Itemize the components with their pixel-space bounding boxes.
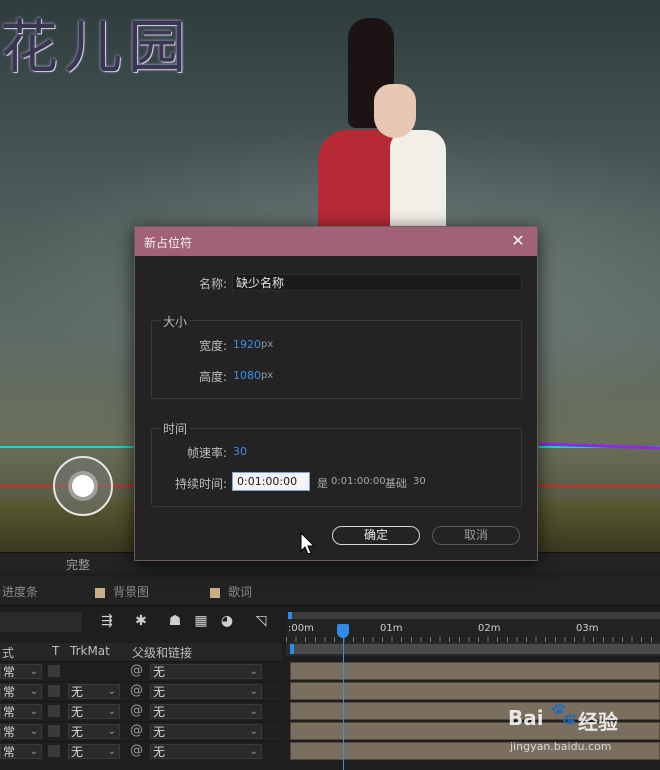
preserve-transparency-box[interactable]	[48, 665, 60, 677]
duration-is-label: 是	[317, 477, 328, 490]
width-value[interactable]: 1920	[233, 338, 261, 351]
timeline-tabs: 进度条 背景图 歌词	[0, 577, 660, 606]
graph-editor-icon[interactable]: ◹	[252, 612, 270, 630]
watermark-brand: Bai	[508, 706, 544, 730]
draft-3d-icon[interactable]: ✱	[132, 612, 150, 630]
timeline-search-input[interactable]	[0, 612, 82, 632]
time-group-title: 时间	[161, 420, 190, 437]
preserve-transparency-box[interactable]	[48, 705, 60, 717]
watermark-brand-cn: 经验	[578, 710, 618, 734]
t-column-header: T	[52, 644, 60, 658]
size-group-title: 大小	[161, 313, 190, 330]
framerate-label: 帧速率:	[186, 446, 227, 460]
mode-select[interactable]: 常 ⌄	[0, 664, 42, 679]
trkmat-select[interactable]: 无 ⌄	[68, 704, 120, 719]
new-placeholder-dialog: 新占位符 ✕ 名称: 大小 宽度: 1920 px 高度: 1080 px 时间…	[134, 226, 538, 561]
trkmat-select[interactable]: 无 ⌄	[68, 724, 120, 739]
layer-row[interactable]: 常 ⌄ 无 ⌄ @ 无 ⌄	[0, 741, 282, 762]
layer-row[interactable]: 常 ⌄ 无 ⌄ @ 无 ⌄	[0, 721, 282, 742]
pickwhip-icon[interactable]: @	[130, 743, 143, 758]
name-field[interactable]	[232, 274, 522, 291]
parent-column-header: 父级和链接	[132, 646, 193, 660]
figure-face	[374, 84, 416, 138]
record-icon	[72, 475, 94, 497]
ruler-label: 03m	[576, 623, 599, 634]
preserve-transparency-box[interactable]	[48, 685, 60, 697]
width-label: 宽度:	[198, 339, 227, 353]
cancel-button[interactable]: 取消	[432, 526, 520, 545]
mouse-cursor-icon	[300, 532, 316, 555]
trkmat-column-header: TrkMat	[70, 644, 110, 658]
preserve-transparency-box[interactable]	[48, 725, 60, 737]
ruler-label: 01m	[380, 623, 403, 634]
parent-select[interactable]: 无 ⌄	[150, 744, 262, 759]
time-group	[151, 428, 522, 507]
width-unit: px	[261, 339, 274, 350]
trkmat-select[interactable]: 无 ⌄	[68, 744, 120, 759]
mode-select[interactable]: 常 ⌄	[0, 704, 42, 719]
layer-row[interactable]: 常 ⌄ 无 ⌄ @ 无 ⌄	[0, 701, 282, 722]
watermark-url: jingyan.baidu.com	[510, 740, 612, 753]
parent-select[interactable]: 无 ⌄	[150, 684, 262, 699]
preserve-transparency-box[interactable]	[48, 745, 60, 757]
comp-flowchart-icon[interactable]: ⇶	[98, 612, 116, 630]
shy-layers-icon[interactable]: ☗	[166, 612, 184, 630]
layer-columns-header: 式 T TrkMat 父级和链接	[0, 643, 282, 661]
mode-select[interactable]: 常 ⌄	[0, 684, 42, 699]
playhead-line	[343, 636, 344, 770]
parent-select[interactable]: 无 ⌄	[150, 704, 262, 719]
close-icon[interactable]: ✕	[508, 231, 528, 251]
resolution-select[interactable]: 完整	[66, 556, 90, 573]
mode-select[interactable]: 常 ⌄	[0, 724, 42, 739]
duration-label: 持续时间:	[174, 477, 227, 491]
parent-select[interactable]: 无 ⌄	[150, 664, 262, 679]
dialog-title: 新占位符	[144, 236, 193, 250]
tab-progress-bar[interactable]: 进度条	[2, 583, 38, 600]
layer-row[interactable]: 常 ⌄ 无 ⌄ @ 无 ⌄	[0, 681, 282, 702]
record-button[interactable]	[53, 456, 113, 516]
motion-blur-icon[interactable]: ◕	[218, 612, 236, 630]
timeline-switches: ⇶ ✱ ☗ ▦ ◕ ◹	[96, 612, 276, 634]
ruler-label: :00m	[288, 623, 314, 634]
pickwhip-icon[interactable]: @	[130, 703, 143, 718]
height-unit: px	[261, 370, 274, 381]
frame-blending-icon[interactable]: ▦	[192, 612, 210, 630]
title-logo-art: 花儿园	[0, 13, 193, 81]
layer-row[interactable]: 常 ⌄ @ 无 ⌄	[0, 661, 282, 682]
layer-track-bar[interactable]	[290, 682, 660, 700]
pickwhip-icon[interactable]: @	[130, 723, 143, 738]
height-value[interactable]: 1080	[233, 369, 261, 382]
base-label: 基础	[385, 477, 407, 490]
name-label: 名称:	[198, 277, 227, 291]
pickwhip-icon[interactable]: @	[130, 683, 143, 698]
work-area-bar[interactable]	[288, 612, 660, 619]
navigator-bar[interactable]	[290, 644, 660, 654]
trkmat-select[interactable]: 无 ⌄	[68, 684, 120, 699]
parent-select[interactable]: 无 ⌄	[150, 724, 262, 739]
base-value: 30	[413, 476, 426, 487]
size-group	[151, 320, 522, 399]
mode-column-header: 式	[2, 646, 15, 660]
mode-select[interactable]: 常 ⌄	[0, 744, 42, 759]
layer-track-bar[interactable]	[290, 662, 660, 680]
tab-lyrics[interactable]: 歌词	[210, 583, 252, 600]
pickwhip-icon[interactable]: @	[130, 663, 143, 678]
dialog-titlebar: 新占位符 ✕	[135, 227, 537, 256]
ok-button[interactable]: 确定	[332, 526, 420, 545]
height-label: 高度:	[198, 370, 227, 384]
paw-icon: 🐾	[550, 702, 578, 727]
tab-background[interactable]: 背景图	[95, 583, 149, 600]
baidu-watermark: Bai 🐾 经验 jingyan.baidu.com	[508, 700, 658, 764]
duration-equals-value: 0:01:00:00	[331, 476, 386, 487]
framerate-value[interactable]: 30	[233, 445, 247, 458]
duration-field[interactable]	[232, 472, 310, 491]
ruler-label: 02m	[478, 623, 501, 634]
